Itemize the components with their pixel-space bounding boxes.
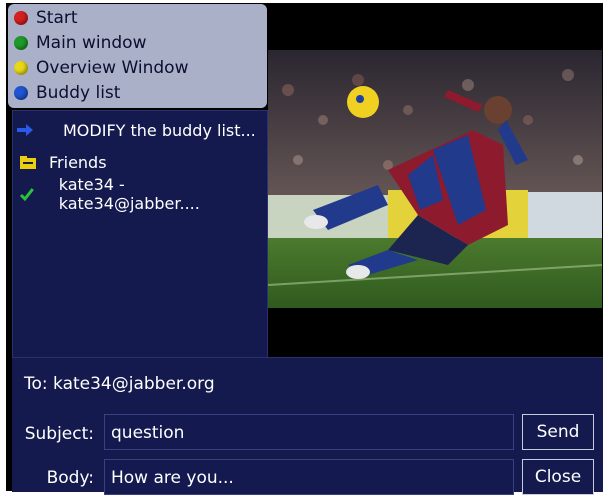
menu-item-buddy-list[interactable]: Buddy list: [14, 81, 120, 105]
message-compose-panel: To: kate34@jabber.org Subject: question …: [12, 357, 603, 495]
send-button[interactable]: Send: [522, 414, 594, 450]
close-button[interactable]: Close: [522, 459, 594, 495]
body-input[interactable]: How are you...: [104, 459, 514, 495]
menu-item-overview-window[interactable]: Overview Window: [14, 56, 188, 80]
menu-item-label: Overview Window: [36, 58, 189, 78]
blue-dot-icon: [14, 86, 28, 100]
subject-label: Subject:: [24, 424, 94, 444]
buddy-list-panel: MODIFY the buddy list... Friends kate34 …: [12, 110, 268, 358]
video-frame-image: [268, 50, 602, 308]
modify-buddy-list-item[interactable]: MODIFY the buddy list...: [13, 117, 256, 143]
color-key-menu: Start Main window Overview Window Buddy …: [8, 4, 267, 108]
folder-icon: [20, 156, 36, 169]
menu-item-label: Main window: [36, 33, 147, 53]
yellow-dot-icon: [14, 61, 28, 75]
group-friends[interactable]: Friends: [13, 149, 107, 175]
recipient-label: To: kate34@jabber.org: [24, 374, 215, 394]
menu-item-label: Buddy list: [36, 83, 121, 103]
menu-item-label: Start: [36, 8, 78, 28]
body-label: Body:: [46, 468, 94, 488]
green-dot-icon: [14, 36, 28, 50]
arrow-right-icon: [17, 124, 33, 136]
contact-kate34[interactable]: kate34 - kate34@jabber....: [13, 175, 267, 213]
menu-item-main-window[interactable]: Main window: [14, 31, 146, 55]
modify-buddy-list-label: MODIFY the buddy list...: [63, 120, 256, 140]
subject-input[interactable]: question: [104, 414, 514, 450]
group-label: Friends: [49, 152, 107, 172]
red-dot-icon: [14, 11, 28, 25]
contact-label: kate34 - kate34@jabber....: [58, 175, 200, 213]
menu-item-start[interactable]: Start: [14, 6, 78, 30]
check-icon: [19, 188, 34, 202]
